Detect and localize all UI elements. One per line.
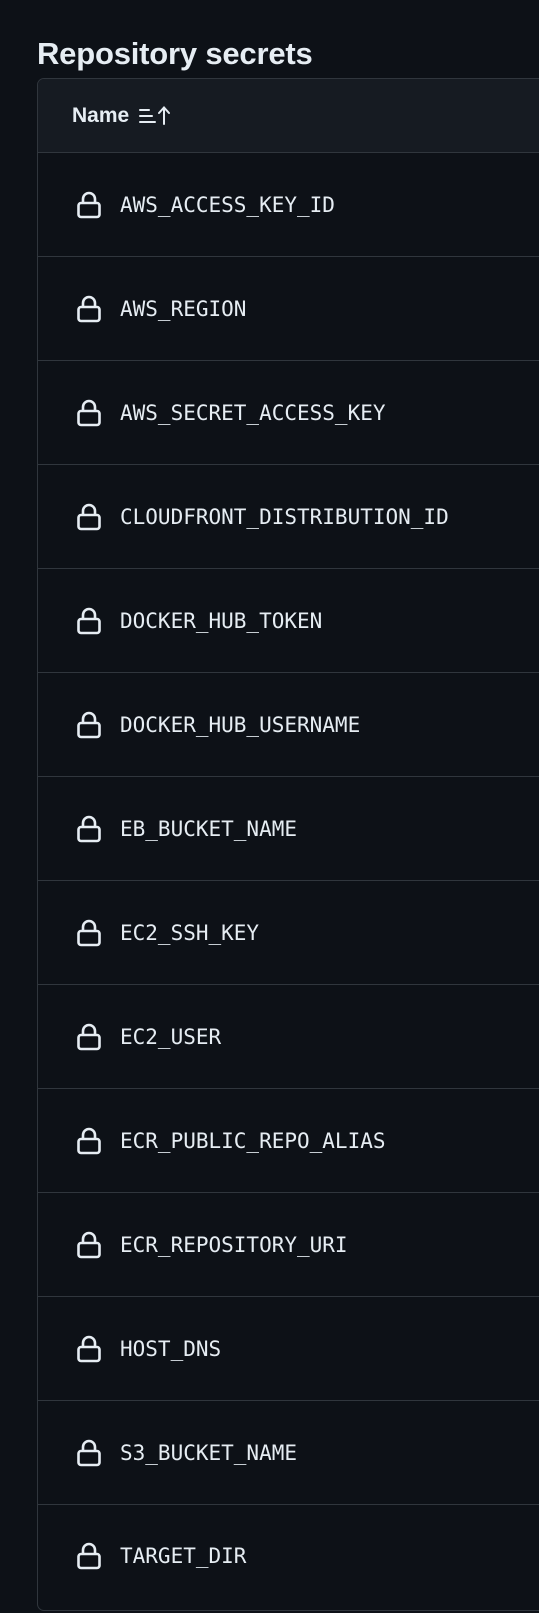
table-header: Name [38,79,539,153]
lock-icon [76,1022,102,1052]
secret-row-host-dns[interactable]: HOST_DNS [38,1297,539,1401]
secret-row-docker-hub-token[interactable]: DOCKER_HUB_TOKEN [38,569,539,673]
secret-name: EC2_USER [120,1024,222,1049]
secret-row-ecr-repository-uri[interactable]: ECR_REPOSITORY_URI [38,1193,539,1297]
sort-ascending-icon[interactable] [138,104,174,128]
secret-name: ECR_PUBLIC_REPO_ALIAS [120,1128,386,1153]
lock-icon [76,1126,102,1156]
lock-icon [76,918,102,948]
lock-icon [76,1438,102,1468]
page-title: Repository secrets [37,35,313,71]
secret-row-ec2-ssh-key[interactable]: EC2_SSH_KEY [38,881,539,985]
name-column-header[interactable]: Name [72,104,129,128]
secret-name: DOCKER_HUB_TOKEN [120,608,323,633]
secret-name: AWS_REGION [120,296,247,321]
lock-icon [76,190,102,220]
secret-row-docker-hub-username[interactable]: DOCKER_HUB_USERNAME [38,673,539,777]
secret-name: AWS_ACCESS_KEY_ID [120,192,335,217]
lock-icon [76,606,102,636]
lock-icon [76,502,102,532]
lock-icon [76,398,102,428]
secret-name: AWS_SECRET_ACCESS_KEY [120,400,386,425]
secret-row-s3-bucket-name[interactable]: S3_BUCKET_NAME [38,1401,539,1505]
lock-icon [76,1230,102,1260]
lock-icon [76,814,102,844]
secret-name: S3_BUCKET_NAME [120,1440,298,1465]
secrets-list: AWS_ACCESS_KEY_ID AWS_REGION AWS_SECRET_… [38,153,539,1607]
secret-row-aws-secret-access-key[interactable]: AWS_SECRET_ACCESS_KEY [38,361,539,465]
secrets-table: Name AWS_ACCESS_KEY_ID AWS_REGION AWS_SE… [37,78,539,1611]
secret-row-target-dir[interactable]: TARGET_DIR [38,1505,539,1607]
secret-name: EB_BUCKET_NAME [120,816,298,841]
lock-icon [76,294,102,324]
secret-row-ec2-user[interactable]: EC2_USER [38,985,539,1089]
secret-name: TARGET_DIR [120,1544,247,1568]
secret-row-cloudfront-distribution-id[interactable]: CLOUDFRONT_DISTRIBUTION_ID [38,465,539,569]
secret-row-eb-bucket-name[interactable]: EB_BUCKET_NAME [38,777,539,881]
secret-row-aws-access-key-id[interactable]: AWS_ACCESS_KEY_ID [38,153,539,257]
secret-name: DOCKER_HUB_USERNAME [120,712,361,737]
lock-icon [76,1541,102,1571]
secret-row-ecr-public-repo-alias[interactable]: ECR_PUBLIC_REPO_ALIAS [38,1089,539,1193]
secret-name: CLOUDFRONT_DISTRIBUTION_ID [120,504,449,529]
secret-name: EC2_SSH_KEY [120,920,260,945]
secret-row-aws-region[interactable]: AWS_REGION [38,257,539,361]
secret-name: HOST_DNS [120,1336,222,1361]
lock-icon [76,1334,102,1364]
secret-name: ECR_REPOSITORY_URI [120,1232,348,1257]
lock-icon [76,710,102,740]
